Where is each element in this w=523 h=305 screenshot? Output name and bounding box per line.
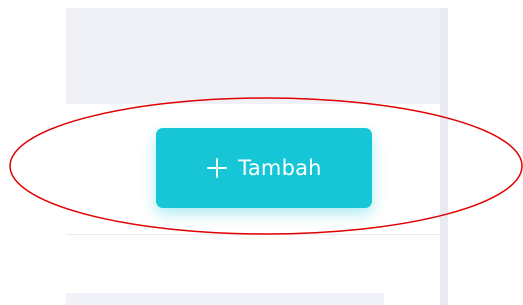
toolbar-divider [66, 234, 440, 235]
header-background [66, 8, 447, 104]
plus-icon [206, 157, 228, 179]
add-button[interactable]: Tambah [156, 128, 372, 208]
add-button-label: Tambah [238, 156, 322, 180]
content-card-top [66, 293, 384, 305]
scrollbar-track [440, 8, 448, 305]
